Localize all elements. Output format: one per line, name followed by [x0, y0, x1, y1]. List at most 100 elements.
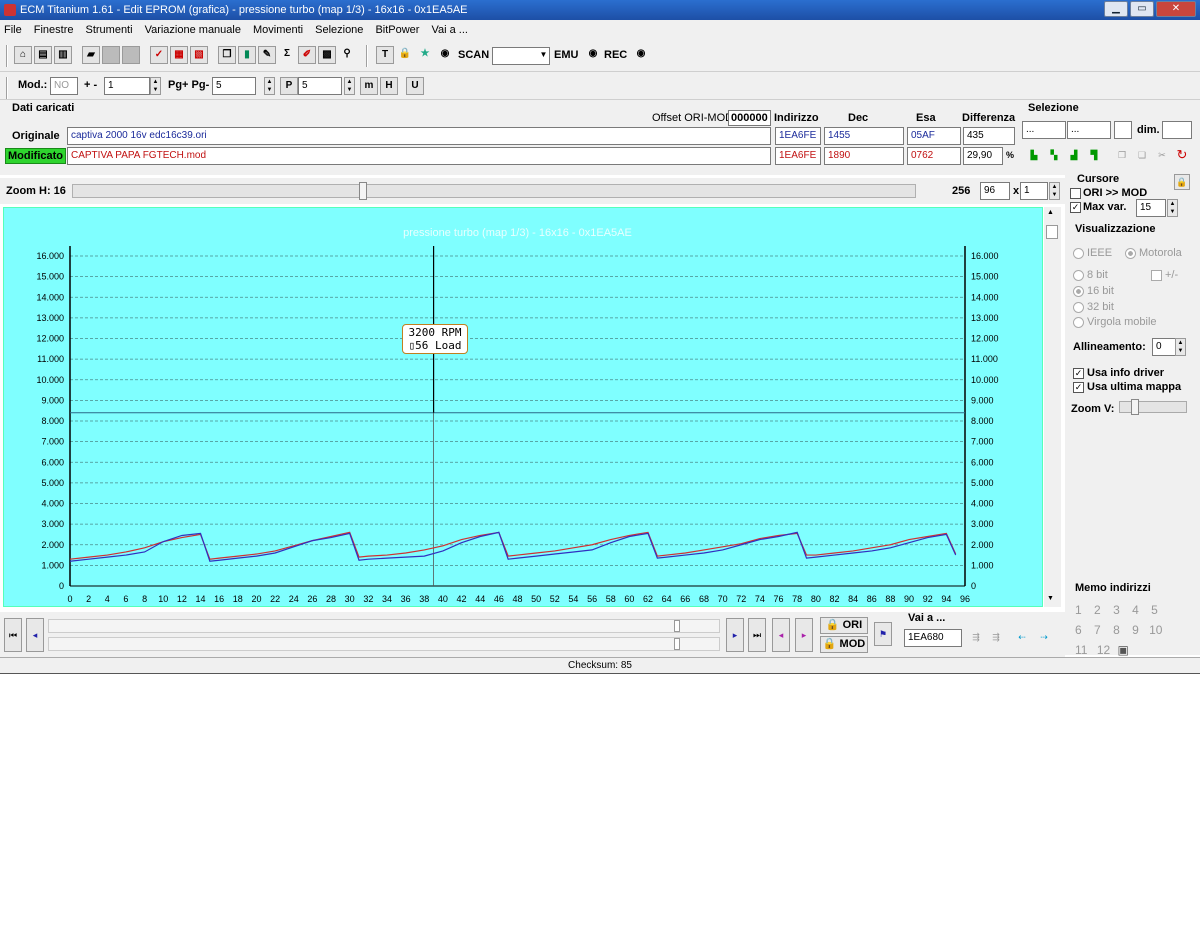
goto-address-field[interactable]: 1EA680 — [904, 629, 962, 647]
save-as-icon[interactable] — [122, 46, 140, 64]
vscroll-thumb[interactable] — [1046, 225, 1058, 239]
usa-info-checkbox[interactable]: ✓ — [1073, 368, 1084, 379]
orig-address-field[interactable]: 1EA6FE — [775, 127, 821, 145]
maxvar-checkbox[interactable]: ✓ — [1070, 202, 1081, 213]
memo-slot-3[interactable]: 3 — [1113, 603, 1120, 617]
step-spinner[interactable]: ▲ ▼ — [150, 77, 161, 95]
mod-address-field[interactable]: 1EA6FE — [775, 147, 821, 165]
mod-hscroll[interactable] — [48, 637, 720, 651]
runner-icon[interactable]: ★ — [416, 46, 434, 64]
cursor-lock-icon[interactable]: 🔒 — [1174, 174, 1190, 190]
home-icon[interactable]: ⌂ — [14, 46, 32, 64]
u-button[interactable]: U — [406, 77, 424, 95]
memo-slot-6[interactable]: 6 — [1075, 623, 1082, 637]
memo-slot-5[interactable]: 5 — [1151, 603, 1158, 617]
memo-forward-icon[interactable]: ⇢ — [1036, 630, 1052, 646]
memo-slot-7[interactable]: 7 — [1094, 623, 1101, 637]
windows-icon[interactable]: ▤ — [34, 46, 52, 64]
maximize-button[interactable]: ▭ — [1130, 1, 1154, 17]
ori-button[interactable]: 🔒 ORI — [820, 617, 868, 634]
menu-strumenti[interactable]: Strumenti — [85, 24, 132, 36]
emu-button[interactable]: EMU — [554, 49, 578, 61]
diff-percent-field[interactable]: 29,90 — [963, 147, 1003, 165]
ori-hscroll-thumb[interactable] — [674, 620, 680, 632]
memo-slot-1[interactable]: 1 — [1075, 603, 1082, 617]
allineamento-spinner[interactable]: ▲ ▼ — [1175, 338, 1186, 356]
mod-button[interactable]: 🔒 MOD — [820, 636, 868, 653]
zoom-h-thumb[interactable] — [359, 182, 367, 200]
calendar-icon[interactable]: ▦ — [170, 46, 188, 64]
p-spinner[interactable]: ▲ ▼ — [344, 77, 355, 95]
copy-grey-icon[interactable]: ❐ — [1114, 148, 1130, 164]
copy-icon[interactable]: ❐ — [218, 46, 236, 64]
page-spinner[interactable]: ▲ ▼ — [264, 77, 275, 95]
ori-hscroll[interactable] — [48, 619, 720, 633]
chevron-down-icon[interactable]: ▼ — [1047, 595, 1054, 602]
usa-ultima-checkbox[interactable]: ✓ — [1073, 382, 1084, 393]
cut-grey-icon[interactable]: ✂ — [1154, 148, 1170, 164]
mod-dec-field[interactable]: 1890 — [824, 147, 904, 165]
zoom-h-slider[interactable] — [72, 184, 916, 198]
selezione-start-field[interactable]: ... — [1022, 121, 1066, 139]
dim-field[interactable] — [1162, 121, 1192, 139]
8bit-radio[interactable] — [1073, 270, 1084, 281]
scan-button[interactable]: SCAN — [458, 49, 489, 61]
chevron-down-icon[interactable]: ▼ — [538, 48, 549, 64]
chevron-up-icon[interactable]: ▲ — [1047, 209, 1054, 216]
orig-esa-field[interactable]: 05AF — [907, 127, 961, 145]
select-mid-icon[interactable]: ▚ — [1046, 148, 1062, 164]
flag-icon[interactable]: ⚑ — [874, 622, 892, 646]
rec-record-icon[interactable]: ◉ — [632, 46, 650, 64]
mod-hscroll-thumb[interactable] — [674, 638, 680, 650]
edit-icon[interactable]: ✎ — [258, 46, 276, 64]
goto-b-icon[interactable]: ⇶ — [988, 630, 1004, 646]
zoom-factor-field[interactable]: 1 — [1020, 182, 1048, 200]
maxvar-spinner[interactable]: ▲ ▼ — [1167, 199, 1178, 217]
next-diff-icon[interactable]: ▸ — [795, 618, 813, 652]
page-field[interactable]: 5 — [212, 77, 256, 95]
memo-slot-12[interactable]: 12 — [1097, 643, 1110, 657]
pencil-red-icon[interactable]: ✐ — [298, 46, 316, 64]
zoom-v-slider[interactable] — [1119, 401, 1187, 413]
map-chart[interactable]: pressione turbo (map 1/3) - 16x16 - 0x1E… — [4, 208, 1044, 608]
32bit-radio[interactable] — [1073, 302, 1084, 313]
zoom-width-field[interactable]: 96 — [980, 182, 1010, 200]
lock-icon[interactable]: 🔒 — [396, 46, 414, 64]
float-radio[interactable] — [1073, 317, 1084, 328]
selezione-end-field[interactable]: ... — [1067, 121, 1111, 139]
select-left-icon[interactable]: ▙ — [1026, 148, 1042, 164]
chart-icon[interactable]: ▧ — [190, 46, 208, 64]
selezione-extra-field[interactable] — [1114, 121, 1132, 139]
motorola-radio[interactable] — [1125, 248, 1136, 259]
minimize-button[interactable]: ▁ — [1104, 1, 1128, 17]
memo-slot-8[interactable]: 8 — [1113, 623, 1120, 637]
memo-slot-11[interactable]: 11 — [1075, 643, 1087, 657]
menu-movimenti[interactable]: Movimenti — [253, 24, 303, 36]
memo-slot-9[interactable]: 9 — [1132, 623, 1139, 637]
16bit-radio[interactable] — [1073, 286, 1084, 297]
chart-area[interactable]: pressione turbo (map 1/3) - 16x16 - 0x1E… — [3, 207, 1043, 607]
menu-variazione-manuale[interactable]: Variazione manuale — [145, 24, 241, 36]
mod-esa-field[interactable]: 0762 — [907, 147, 961, 165]
calculator-icon[interactable]: ▮ — [238, 46, 256, 64]
allineamento-field[interactable]: 0 — [1152, 338, 1176, 356]
rec-button[interactable]: REC — [604, 49, 627, 61]
refresh-icon[interactable]: ↻ — [1174, 148, 1190, 164]
memo-slot-10[interactable]: 10 — [1149, 623, 1162, 637]
sum-icon[interactable]: Σ — [278, 46, 296, 64]
menu-bitpower[interactable]: BitPower — [375, 24, 419, 36]
ieee-radio[interactable] — [1073, 248, 1084, 259]
binoculars-icon[interactable]: ⚲ — [338, 46, 356, 64]
orig-dec-field[interactable]: 1455 — [824, 127, 904, 145]
memo-back-icon[interactable]: ⇠ — [1014, 630, 1030, 646]
plus-minus-button[interactable]: + - — [84, 79, 97, 91]
record-icon[interactable]: ◉ — [436, 46, 454, 64]
graph-icon[interactable]: ▩ — [318, 46, 336, 64]
prev-icon[interactable]: ◂ — [26, 618, 44, 652]
m-button[interactable]: m — [360, 77, 378, 95]
menu-selezione[interactable]: Selezione — [315, 24, 363, 36]
step-field[interactable]: 1 — [104, 77, 150, 95]
save-icon[interactable] — [102, 46, 120, 64]
chart-vscroll[interactable]: ▲ ▼ — [1044, 207, 1061, 607]
memo-clipboard-icon[interactable]: ▣ — [1118, 643, 1129, 657]
